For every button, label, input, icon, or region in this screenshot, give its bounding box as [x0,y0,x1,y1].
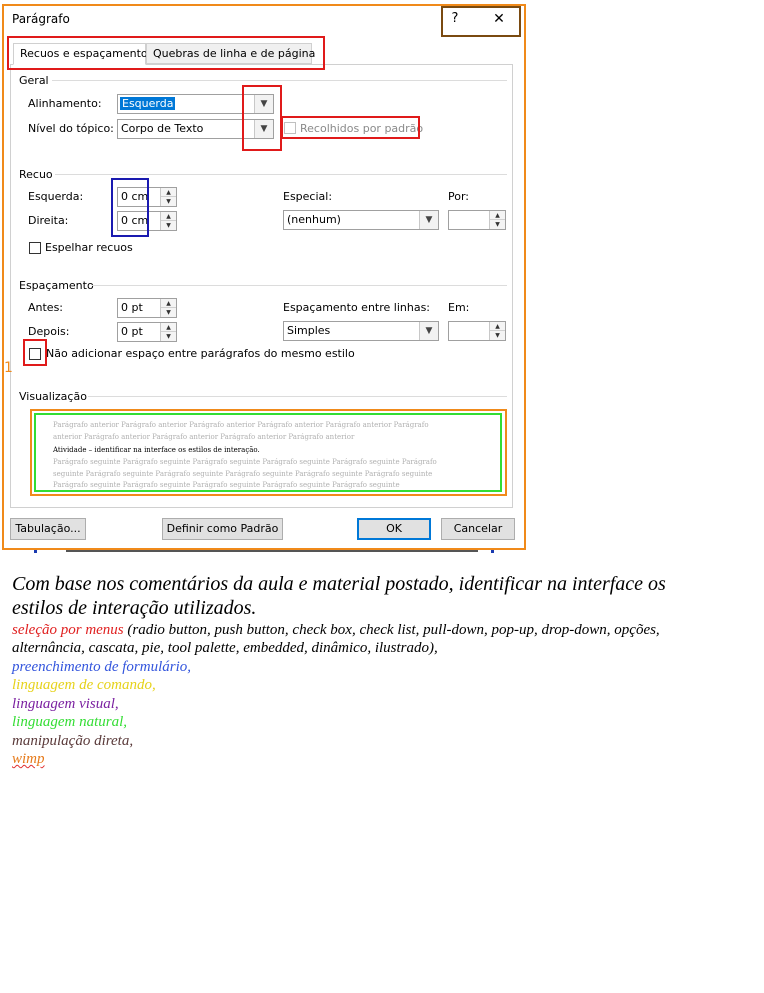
style-item: linguagem natural, [12,714,127,730]
question-line-1: Com base nos comentários da aula e mater… [12,573,666,595]
annotation-dropdowns [242,85,282,151]
annotation-checkbox [23,339,47,366]
menus-term: seleção por menus [12,622,124,638]
annotation-form-fields [111,178,149,237]
menus-line-2: alternância, cascata, pie, tool palette,… [12,640,438,656]
style-item: wimp [12,751,45,767]
menus-line: seleção por menus (radio button, push bu… [12,621,660,640]
style-item: linguagem visual, [12,696,119,712]
question-line-2: estilos de interação utilizados. [12,597,257,619]
menus-rest-1: (radio button, push button, check box, c… [123,622,660,638]
style-item: preenchimento de formulário, [12,659,191,675]
annotation-marker: 1 [4,360,13,376]
style-item: linguagem de comando, [12,677,156,693]
style-item: manipulação direta, [12,733,134,749]
annotation-titlebar-buttons [441,6,521,37]
annotation-tabs [7,36,325,70]
annotation-preview-inner [34,413,502,492]
annotation-recolhidos-checkbox [281,116,420,139]
